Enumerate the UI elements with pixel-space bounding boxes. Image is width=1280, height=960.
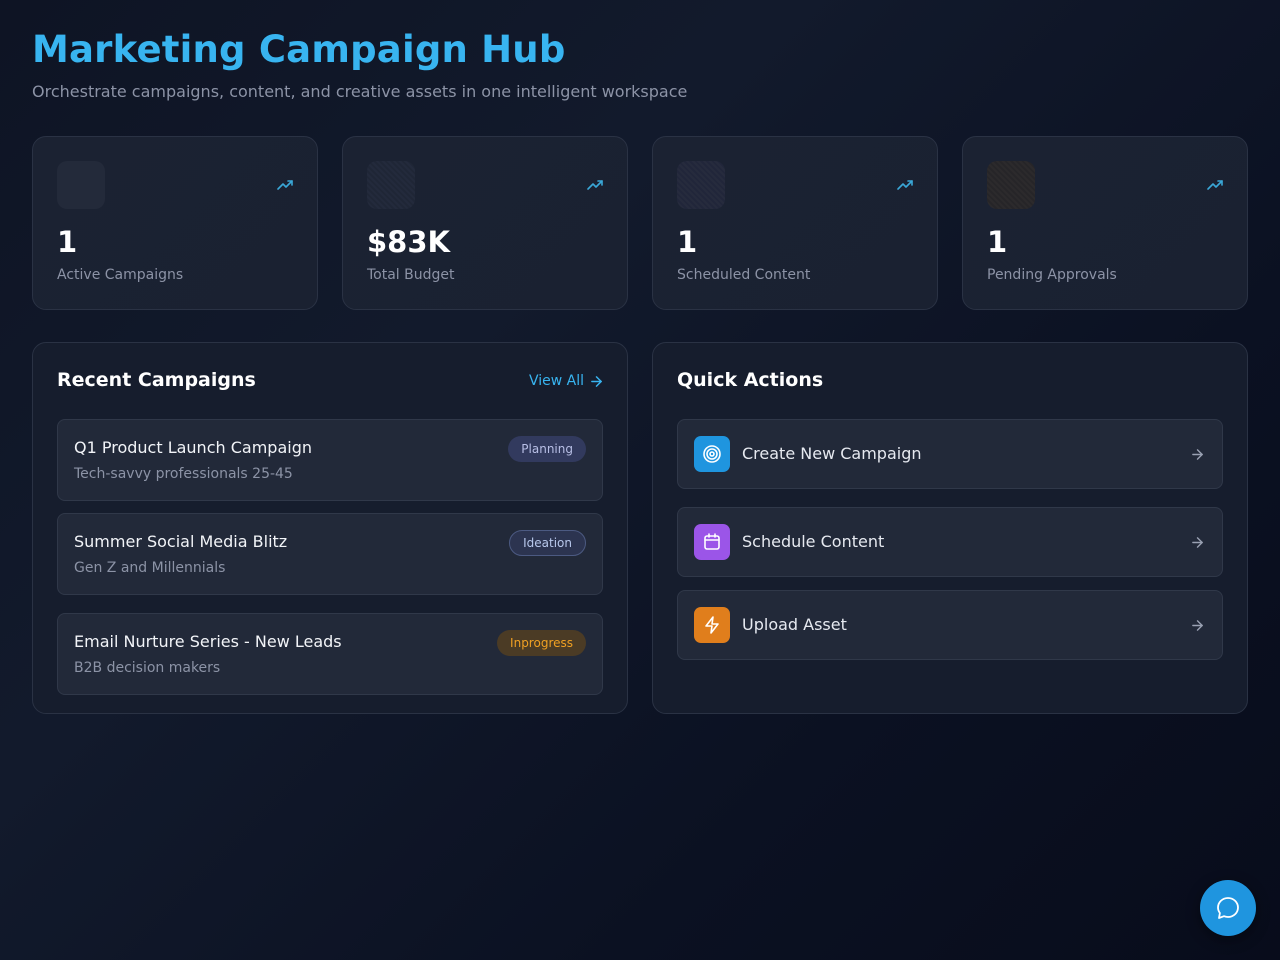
- trending-up-icon: [897, 180, 913, 190]
- stat-value: $83K: [367, 225, 451, 259]
- calendar-icon: [694, 524, 730, 560]
- trending-up-icon: [1207, 180, 1223, 190]
- chat-bubble-icon: [1217, 897, 1239, 919]
- view-all-label: View All: [528, 373, 584, 389]
- stat-label: Scheduled Content: [677, 267, 811, 283]
- campaign-audience: Gen Z and Millennials: [74, 560, 226, 576]
- campaign-audience: Tech-savvy professionals 25-45: [74, 466, 293, 482]
- trending-up-icon: [277, 180, 293, 190]
- status-badge: Ideation: [509, 530, 586, 556]
- recent-campaigns-title: Recent Campaigns: [57, 369, 256, 391]
- arrow-right-icon: [591, 375, 602, 387]
- chat-button[interactable]: [1200, 880, 1256, 936]
- stat-card-total-budget: $83K Total Budget: [342, 136, 628, 310]
- schedule-content-button[interactable]: Schedule Content: [677, 507, 1223, 577]
- stat-value: 1: [677, 225, 698, 259]
- page-title: Marketing Campaign Hub: [32, 28, 566, 71]
- trending-up-icon: [587, 180, 603, 190]
- campaign-audience: B2B decision makers: [74, 660, 221, 676]
- arrow-right-icon: [1192, 537, 1203, 548]
- target-icon: [694, 436, 730, 472]
- status-badge: Planning: [508, 436, 586, 462]
- stat-value: 1: [57, 225, 78, 259]
- stat-value: 1: [987, 225, 1008, 259]
- stat-label: Active Campaigns: [57, 267, 184, 283]
- campaign-list-item[interactable]: Q1 Product Launch Campaign Tech-savvy pr…: [57, 419, 603, 501]
- action-label: Schedule Content: [742, 532, 885, 551]
- stat-label: Total Budget: [367, 267, 455, 283]
- campaign-list-item[interactable]: Summer Social Media Blitz Gen Z and Mill…: [57, 513, 603, 595]
- page-subtitle: Orchestrate campaigns, content, and crea…: [32, 82, 688, 101]
- campaign-list-item[interactable]: Email Nurture Series - New Leads B2B dec…: [57, 613, 603, 695]
- stat-card-active-campaigns: 1 Active Campaigns: [32, 136, 318, 310]
- arrow-right-icon: [1192, 620, 1203, 631]
- create-campaign-button[interactable]: Create New Campaign: [677, 419, 1223, 489]
- action-label: Create New Campaign: [742, 444, 922, 463]
- stat-card-pending-approvals: 1 Pending Approvals: [962, 136, 1248, 310]
- stat-icon-box: [987, 161, 1035, 209]
- quick-actions-panel: Quick Actions Create New Campaign Schedu…: [652, 342, 1248, 714]
- action-label: Upload Asset: [742, 615, 847, 634]
- recent-campaigns-panel: Recent Campaigns View All Q1 Product Lau…: [32, 342, 628, 714]
- quick-actions-title: Quick Actions: [677, 369, 824, 391]
- campaign-name: Q1 Product Launch Campaign: [74, 438, 312, 457]
- upload-asset-button[interactable]: Upload Asset: [677, 590, 1223, 660]
- status-badge: Inprogress: [497, 630, 586, 656]
- stat-icon-box: [367, 161, 415, 209]
- stat-icon-box: [677, 161, 725, 209]
- stat-icon-box: [57, 161, 105, 209]
- view-all-link[interactable]: View All: [529, 373, 603, 389]
- campaign-name: Email Nurture Series - New Leads: [74, 632, 342, 651]
- campaign-name: Summer Social Media Blitz: [74, 532, 288, 551]
- stat-label: Pending Approvals: [987, 267, 1117, 283]
- lightning-icon: [694, 607, 730, 643]
- arrow-right-icon: [1192, 449, 1203, 460]
- stat-card-scheduled-content: 1 Scheduled Content: [652, 136, 938, 310]
